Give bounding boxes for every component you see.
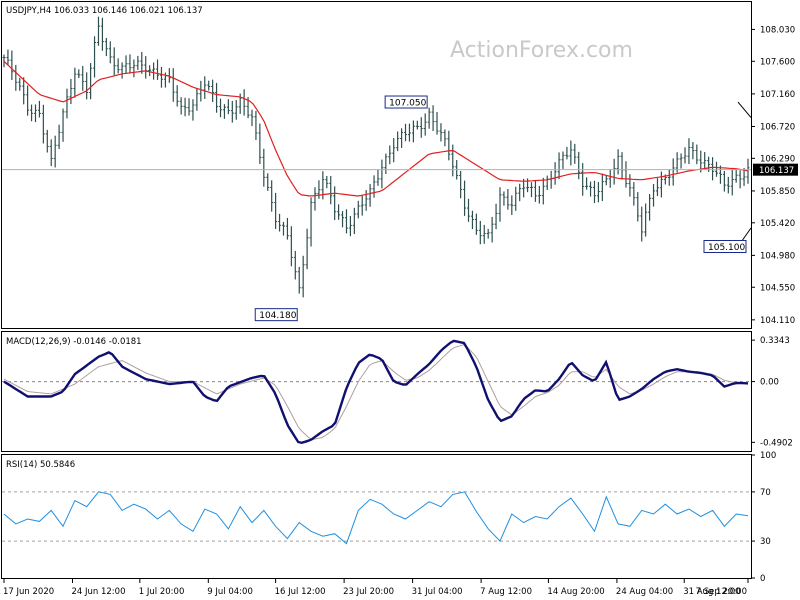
rsi-pane-title: RSI(14) 50.5846 bbox=[6, 460, 75, 470]
last-price-label: 106.137 bbox=[759, 166, 794, 176]
price-tick-label: 107.160 bbox=[760, 90, 795, 100]
price-callout-label: 104.180 bbox=[259, 311, 296, 321]
date-axis: 17 Jun 2020 24 Jun 12:00 1 Jul 20:00 9 Jul … bbox=[3, 579, 749, 597]
rsi-pane-frame bbox=[1, 454, 752, 579]
price-pane-title: USDJPY,H4 106.033 106.146 106.021 106.13… bbox=[6, 6, 203, 16]
macd-axis: 0.3343 0.00 -0.4902 bbox=[751, 336, 793, 448]
usdjpy-chart: ActionForex.com USDJPY,H4 106.033 106.14… bbox=[1, 1, 798, 597]
price-bars bbox=[2, 16, 750, 298]
date-tick-label: 7 Sep 20:00 bbox=[696, 587, 747, 597]
price-tick-label: 108.030 bbox=[760, 25, 795, 35]
price-callouts: 107.050 105.100 104.180 bbox=[254, 95, 747, 322]
price-tick-label: 106.290 bbox=[760, 154, 795, 164]
price-tick-label: 104.110 bbox=[760, 316, 795, 326]
date-tick-label: 31 Jul 04:00 bbox=[412, 587, 463, 597]
rsi-line bbox=[3, 491, 749, 545]
last-price-marker: 106.137 bbox=[2, 163, 798, 176]
rsi-line bbox=[3, 491, 749, 545]
date-tick-label: 17 Jun 2020 bbox=[3, 587, 54, 597]
date-tick-label: 1 Jul 20:00 bbox=[139, 587, 185, 597]
watermark: ActionForex.com bbox=[450, 38, 633, 63]
macd-tick-label: 0.00 bbox=[760, 378, 779, 388]
date-tick-label: 23 Jul 20:00 bbox=[343, 587, 394, 597]
moving-average-line bbox=[3, 60, 749, 197]
price-tick-label: 105.420 bbox=[760, 219, 795, 229]
rsi-tick-label: 100 bbox=[760, 451, 776, 461]
price-callout-label: 105.100 bbox=[708, 243, 745, 253]
date-tick-label: 7 Aug 12:00 bbox=[480, 587, 532, 597]
price-tick-label: 105.850 bbox=[760, 187, 795, 197]
date-tick-label: 24 Aug 04:00 bbox=[616, 587, 673, 597]
date-tick-label: 16 Jul 12:00 bbox=[275, 587, 326, 597]
date-tick-label: 14 Aug 20:00 bbox=[547, 587, 604, 597]
price-tick-label: 104.980 bbox=[760, 251, 795, 261]
price-tick-label: 104.550 bbox=[760, 283, 795, 293]
macd-lines bbox=[3, 339, 749, 445]
macd-tick-label: 0.3343 bbox=[760, 336, 790, 346]
macd-line bbox=[3, 339, 749, 445]
trendline bbox=[737, 101, 752, 118]
price-callout-label: 107.050 bbox=[389, 99, 426, 109]
rsi-tick-label: 30 bbox=[760, 537, 771, 547]
macd-tick-label: -0.4902 bbox=[760, 438, 793, 448]
moving-average bbox=[3, 60, 749, 197]
date-tick-label: 9 Jul 04:00 bbox=[207, 587, 253, 597]
macd-pane-title: MACD(12,26,9) -0.0146 -0.0181 bbox=[6, 337, 142, 347]
rsi-tick-label: 70 bbox=[760, 488, 771, 498]
price-tick-label: 106.720 bbox=[760, 122, 795, 132]
date-tick-label: 24 Jun 12:00 bbox=[71, 587, 125, 597]
rsi-axis: 100 70 30 0 bbox=[751, 451, 776, 584]
price-tick-label: 107.600 bbox=[760, 57, 795, 67]
rsi-tick-label: 0 bbox=[760, 574, 765, 584]
